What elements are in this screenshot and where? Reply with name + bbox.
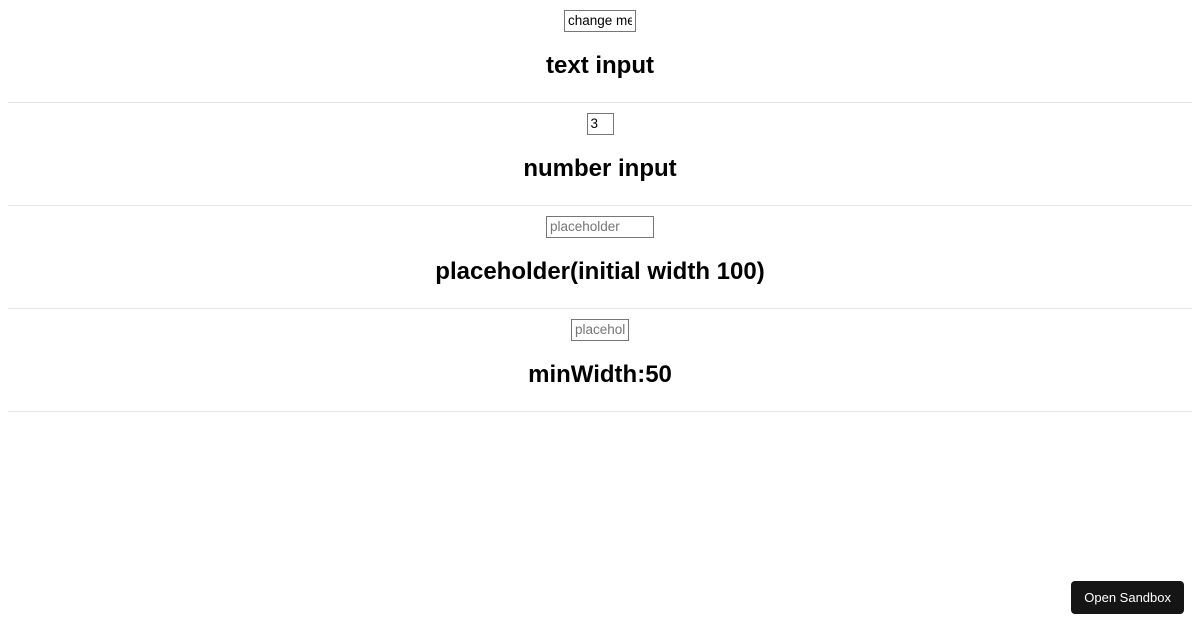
text-input-label: text input xyxy=(8,52,1192,80)
minwidth-input-label: minWidth:50 xyxy=(8,361,1192,389)
text-input[interactable] xyxy=(564,10,636,32)
open-sandbox-button[interactable]: Open Sandbox xyxy=(1071,581,1184,614)
section-number-input: number input xyxy=(8,103,1192,206)
number-input[interactable] xyxy=(587,113,614,135)
section-text-input: text input xyxy=(8,0,1192,103)
number-input-label: number input xyxy=(8,155,1192,183)
placeholder-input-label: placeholder(initial width 100) xyxy=(8,258,1192,286)
demo-container: text input number input placeholder(init… xyxy=(0,0,1200,412)
section-minwidth: minWidth:50 xyxy=(8,309,1192,412)
minwidth-input[interactable] xyxy=(571,319,629,341)
section-placeholder-width: placeholder(initial width 100) xyxy=(8,206,1192,309)
placeholder-input[interactable] xyxy=(546,216,654,238)
